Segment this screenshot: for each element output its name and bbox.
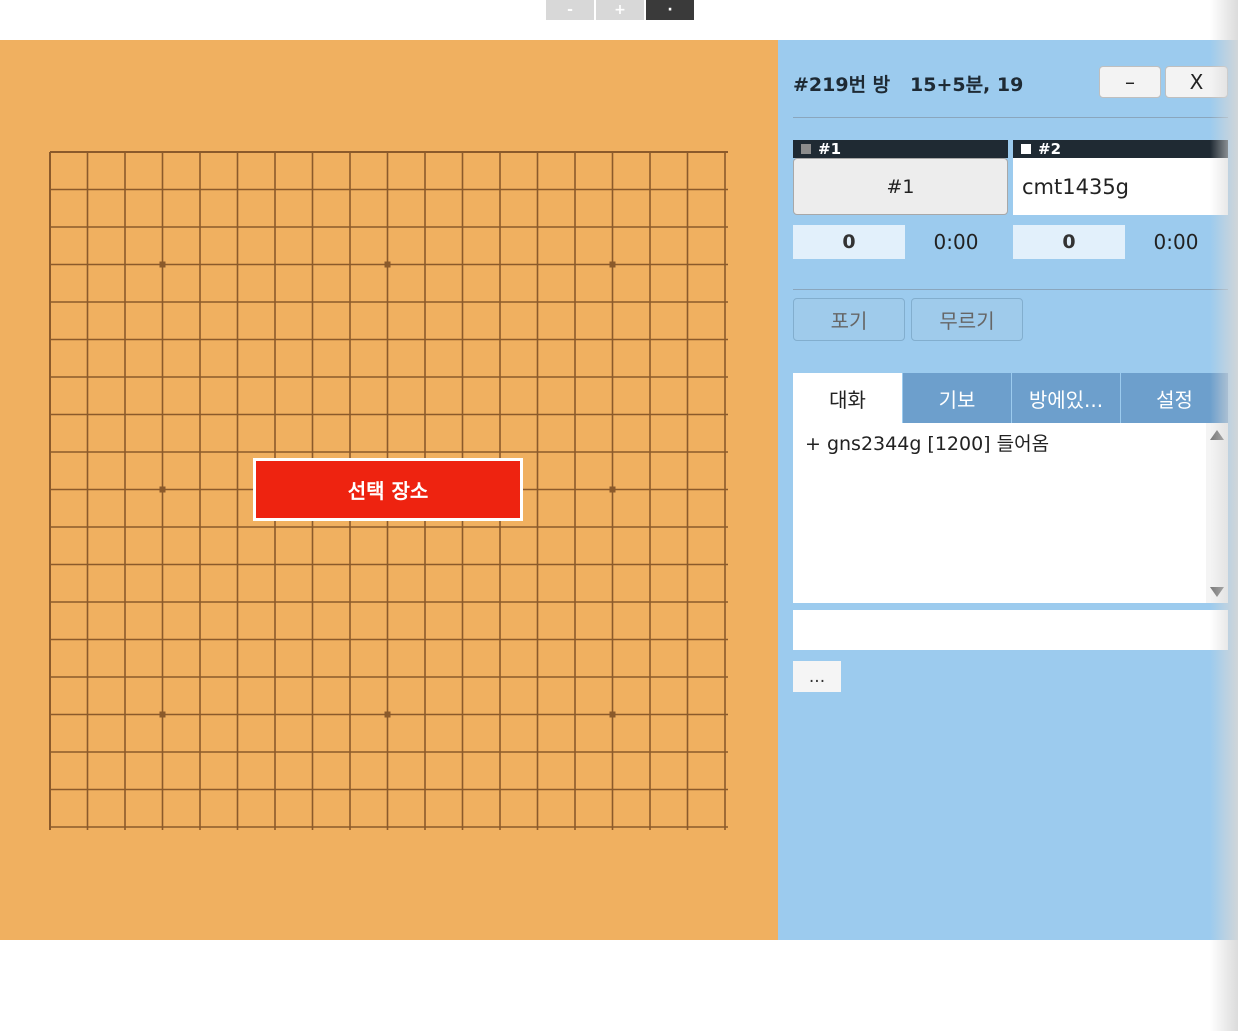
player-2-score: 0	[1013, 225, 1125, 259]
player-card-2: #2 cmt1435g	[1013, 140, 1228, 215]
player-header-1: #1	[793, 140, 1008, 158]
star-point	[384, 261, 391, 268]
divider	[793, 117, 1228, 118]
chat-log[interactable]: + gns2344g [1200] 들어옴	[793, 423, 1228, 603]
zoom-controls: - + ·	[546, 0, 694, 20]
star-point	[159, 261, 166, 268]
player-2-clock: 0:00	[1153, 230, 1199, 254]
divider	[793, 289, 1228, 290]
white-square-icon	[1021, 144, 1031, 154]
panel-tabs: 대화 기보 방에있... 설정	[793, 373, 1228, 423]
star-point	[384, 711, 391, 718]
tab-room-users[interactable]: 방에있...	[1011, 373, 1120, 423]
room-title: #219번 방 15+5분, 19	[793, 74, 1024, 96]
tab-chat[interactable]: 대화	[793, 373, 902, 423]
scroll-up-icon[interactable]	[1210, 430, 1224, 440]
zoom-reset-button[interactable]: ·	[646, 0, 694, 20]
chat-input[interactable]	[793, 610, 1228, 650]
star-point	[159, 486, 166, 493]
game-side-panel: #219번 방 15+5분, 19 – X #1 #1 #2 cmt1435g …	[778, 40, 1238, 940]
scroll-down-icon[interactable]	[1210, 587, 1224, 597]
player-tag: #2	[1038, 140, 1062, 158]
zoom-in-button[interactable]: +	[596, 0, 644, 20]
player-card-1: #1 #1	[793, 140, 1008, 215]
close-button[interactable]: X	[1165, 66, 1228, 98]
chat-message: + gns2344g [1200] 들어옴	[805, 433, 1050, 455]
player-name: cmt1435g	[1013, 158, 1228, 215]
tab-settings[interactable]: 설정	[1120, 373, 1228, 423]
star-point	[159, 711, 166, 718]
board-area: 선택 장소	[0, 40, 778, 940]
player-header-2: #2	[1013, 140, 1228, 158]
player-seat-button[interactable]: #1	[793, 158, 1008, 215]
undo-button[interactable]: 무르기	[911, 298, 1023, 341]
star-point	[609, 261, 616, 268]
gray-square-icon	[801, 144, 811, 154]
tab-game-record[interactable]: 기보	[902, 373, 1011, 423]
star-point	[609, 486, 616, 493]
player-1-score: 0	[793, 225, 905, 259]
zoom-out-button[interactable]: -	[546, 0, 594, 20]
minimize-button[interactable]: –	[1099, 66, 1161, 98]
player-1-clock: 0:00	[933, 230, 979, 254]
select-place-button[interactable]: 선택 장소	[253, 458, 523, 521]
star-point	[609, 711, 616, 718]
more-button[interactable]: ...	[793, 661, 841, 692]
resign-button[interactable]: 포기	[793, 298, 905, 341]
player-tag: #1	[818, 140, 842, 158]
chat-scrollbar[interactable]	[1206, 423, 1228, 603]
